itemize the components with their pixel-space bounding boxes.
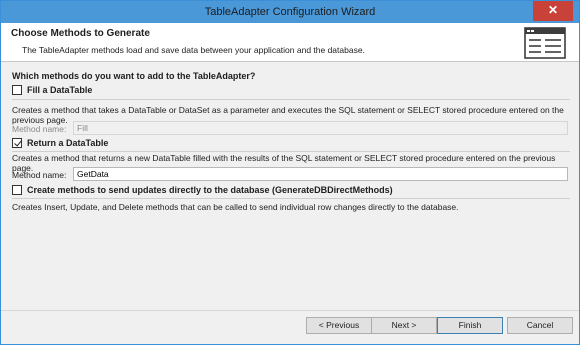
fill-datatable-checkbox[interactable]: Fill a DataTable bbox=[12, 85, 92, 95]
next-button[interactable]: Next > bbox=[371, 317, 437, 334]
close-icon: ✕ bbox=[547, 3, 559, 17]
db-direct-methods-checkbox[interactable]: Create methods to send updates directly … bbox=[12, 185, 393, 195]
db-direct-methods-checkbox-box[interactable] bbox=[12, 185, 22, 195]
return-datatable-checkbox-box[interactable] bbox=[12, 138, 22, 148]
separator bbox=[12, 99, 570, 100]
title-bar: TableAdapter Configuration Wizard ✕ bbox=[1, 1, 579, 23]
methods-question: Which methods do you want to add to the … bbox=[12, 71, 256, 81]
fill-datatable-label: Fill a DataTable bbox=[27, 85, 93, 95]
return-method-name-label: Method name: bbox=[12, 170, 67, 180]
wizard-content: Which methods do you want to add to the … bbox=[1, 62, 579, 310]
previous-button[interactable]: < Previous bbox=[306, 317, 372, 334]
wizard-window: TableAdapter Configuration Wizard ✕ Choo… bbox=[0, 0, 580, 345]
cancel-button[interactable]: Cancel bbox=[507, 317, 573, 334]
wizard-form-icon bbox=[524, 27, 566, 59]
page-description: The TableAdapter methods load and save d… bbox=[22, 45, 365, 55]
separator bbox=[12, 151, 570, 152]
close-button[interactable]: ✕ bbox=[533, 1, 573, 21]
finish-button[interactable]: Finish bbox=[437, 317, 503, 334]
return-datatable-checkbox[interactable]: Return a DataTable bbox=[12, 138, 108, 148]
return-method-name-input[interactable] bbox=[73, 167, 568, 181]
db-direct-methods-label: Create methods to send updates directly … bbox=[27, 185, 393, 195]
separator bbox=[12, 198, 570, 199]
fill-method-name-label: Method name: bbox=[12, 124, 67, 134]
page-title: Choose Methods to Generate bbox=[11, 28, 150, 39]
footer-separator bbox=[1, 310, 579, 311]
return-datatable-label: Return a DataTable bbox=[27, 138, 109, 148]
wizard-header: Choose Methods to Generate The TableAdap… bbox=[1, 23, 579, 62]
fill-datatable-checkbox-box[interactable] bbox=[12, 85, 22, 95]
window-title: TableAdapter Configuration Wizard bbox=[204, 6, 376, 18]
db-direct-methods-description: Creates Insert, Update, and Delete metho… bbox=[12, 202, 459, 212]
fill-method-name-input[interactable] bbox=[73, 121, 568, 135]
